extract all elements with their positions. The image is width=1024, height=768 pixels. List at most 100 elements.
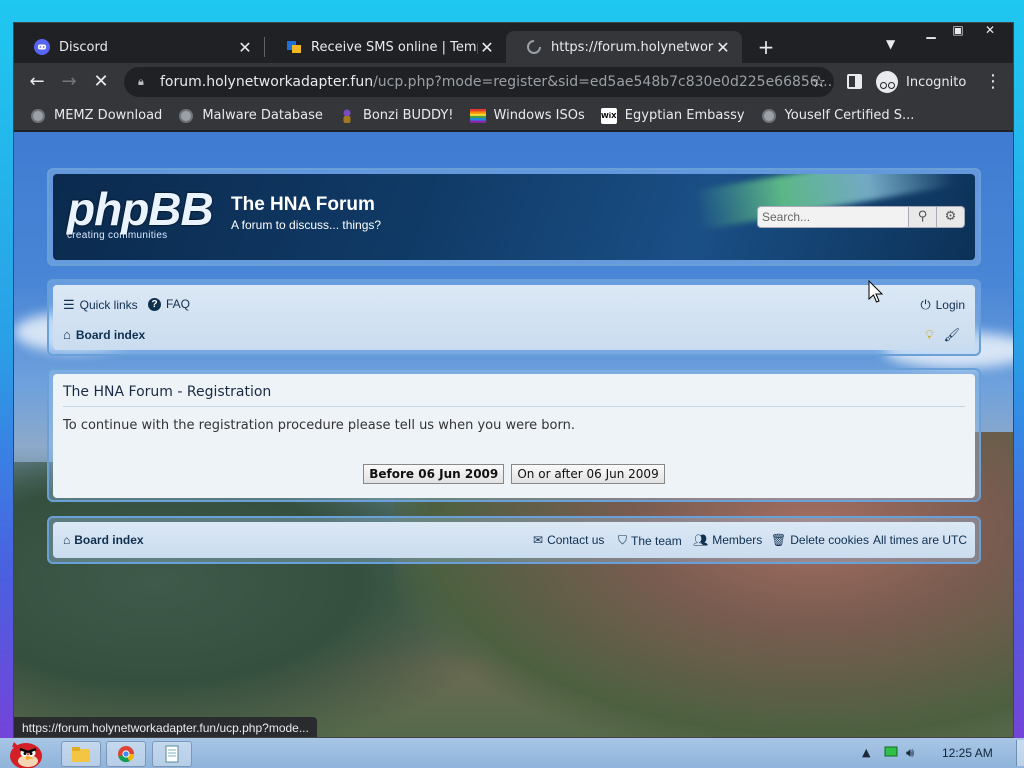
bookmark-label: Youself Certified S... bbox=[784, 108, 915, 123]
tab-strip: Discord ✕ Receive SMS online | Tempora ✕… bbox=[14, 23, 1013, 63]
bookmark-memz[interactable]: MEMZ Download bbox=[30, 108, 162, 124]
show-desktop-button[interactable] bbox=[1016, 740, 1024, 766]
users-icon: 👥︎ bbox=[693, 533, 709, 547]
members-label: Members bbox=[712, 533, 763, 547]
tab-receive-sms[interactable]: Receive SMS online | Tempora ✕ bbox=[266, 31, 506, 63]
star-icon[interactable]: ☆ bbox=[812, 72, 826, 91]
gear-icon[interactable]: ⚙ bbox=[937, 206, 965, 228]
bookmark-bonzi[interactable]: Bonzi BUDDY! bbox=[339, 108, 454, 124]
folder-icon bbox=[72, 747, 90, 762]
close-icon[interactable]: ✕ bbox=[478, 38, 496, 57]
tab-label: https://forum.holynetworkada bbox=[551, 39, 714, 55]
registration-title: The HNA Forum - Registration bbox=[63, 384, 965, 407]
close-icon[interactable]: ✕ bbox=[236, 38, 254, 57]
forum-nav-panel: ☰ Quick links ? FAQ ⏻ Login ⌂ Board inde… bbox=[47, 279, 981, 356]
minimize-icon[interactable]: ▁ bbox=[917, 25, 945, 41]
bookmark-malware-database[interactable]: Malware Database bbox=[178, 108, 323, 124]
forum-header-panel: phpBB creating communities The HNA Forum… bbox=[47, 168, 981, 266]
network-icon[interactable] bbox=[884, 746, 898, 761]
tab-separator bbox=[264, 37, 265, 57]
delete-cookies-link[interactable]: 🗑︎ Delete cookies bbox=[771, 533, 869, 547]
quick-links-button[interactable]: ☰ Quick links bbox=[63, 297, 138, 313]
power-icon: ⏻ bbox=[920, 297, 931, 312]
site-description: A forum to discuss... things? bbox=[231, 218, 382, 232]
stop-loading-icon[interactable]: ✕ bbox=[90, 71, 112, 93]
tab-label: Discord bbox=[59, 39, 108, 55]
mouse-cursor-icon bbox=[868, 279, 884, 308]
start-button[interactable] bbox=[4, 734, 48, 768]
tab-discord[interactable]: Discord ✕ bbox=[14, 31, 264, 63]
address-path: /ucp.php?mode=register&sid=ed5ae548b7c83… bbox=[373, 74, 833, 90]
trash-icon: 🗑︎ bbox=[771, 533, 787, 547]
loading-spinner-icon bbox=[526, 39, 542, 55]
back-arrow-icon[interactable]: ← bbox=[26, 71, 48, 93]
board-index-link[interactable]: ⌂ Board index bbox=[63, 327, 145, 342]
volume-icon[interactable]: 🔊︎ bbox=[906, 746, 914, 761]
after-date-button[interactable]: On or after 06 Jun 2009 bbox=[511, 464, 665, 484]
the-team-link[interactable]: ⛉ The team bbox=[618, 533, 682, 548]
bookmark-youself-certified[interactable]: Youself Certified S... bbox=[761, 108, 915, 124]
incognito-icon bbox=[876, 71, 898, 93]
lightbulb-icon[interactable]: 💡︎ bbox=[925, 327, 939, 343]
before-date-button[interactable]: Before 06 Jun 2009 bbox=[363, 464, 505, 484]
contact-us-link[interactable]: ✉ Contact us bbox=[533, 533, 604, 547]
bookmark-label: Egyptian Embassy bbox=[624, 108, 745, 123]
address-bar[interactable]: 🔒︎ forum.holynetworkadapter.fun /ucp.php… bbox=[124, 67, 834, 97]
angry-bird-icon bbox=[10, 742, 42, 768]
maximize-icon[interactable]: ▣ bbox=[944, 23, 972, 39]
timezone-text: All times are UTC bbox=[873, 533, 968, 547]
faq-link[interactable]: ? FAQ bbox=[148, 297, 190, 311]
side-panel-icon[interactable] bbox=[847, 74, 862, 89]
globe-icon bbox=[761, 108, 777, 124]
taskbar-clock[interactable]: 12:25 AM bbox=[942, 746, 993, 760]
new-tab-button[interactable]: + bbox=[754, 35, 778, 59]
incognito-indicator[interactable]: Incognito bbox=[876, 71, 966, 93]
lock-icon: 🔒︎ bbox=[138, 75, 144, 88]
bookmark-egyptian-embassy[interactable]: WiX Egyptian Embassy bbox=[600, 107, 745, 124]
taskbar-explorer[interactable] bbox=[61, 741, 101, 767]
login-link[interactable]: ⏻ Login bbox=[920, 297, 965, 313]
kebab-menu-icon[interactable]: ⋮ bbox=[984, 71, 1002, 92]
status-url-bubble: https://forum.holynetworkadapter.fun/ucp… bbox=[14, 717, 317, 737]
delete-cookies-label: Delete cookies bbox=[790, 533, 869, 547]
envelope-icon: ✉ bbox=[533, 533, 544, 547]
registration-box: The HNA Forum - Registration To continue… bbox=[53, 374, 975, 498]
members-link[interactable]: 👥︎ Members bbox=[693, 533, 762, 547]
browser-window: Discord ✕ Receive SMS online | Tempora ✕… bbox=[13, 22, 1014, 738]
the-team-label: The team bbox=[631, 533, 682, 548]
close-window-icon[interactable]: ✕ bbox=[976, 23, 1004, 39]
search-icon[interactable]: ⚲ bbox=[909, 206, 937, 228]
taskbar-chrome[interactable] bbox=[106, 741, 146, 767]
bookmark-label: Bonzi BUDDY! bbox=[362, 108, 454, 123]
footer-board-index-link[interactable]: ⌂ Board index bbox=[63, 533, 144, 547]
help-icon: ? bbox=[148, 297, 161, 311]
search-input[interactable]: Search... bbox=[757, 206, 909, 228]
close-icon[interactable]: ✕ bbox=[714, 38, 732, 57]
forward-arrow-icon[interactable]: → bbox=[58, 71, 80, 93]
browser-toolbar: ← → ✕ 🔒︎ forum.holynetworkadapter.fun /u… bbox=[14, 63, 1013, 101]
phpbb-logo[interactable]: phpBB creating communities bbox=[67, 183, 214, 241]
globe-icon bbox=[178, 108, 194, 124]
registration-panel: The HNA Forum - Registration To continue… bbox=[47, 368, 981, 502]
bookmark-label: Windows ISOs bbox=[493, 108, 585, 123]
shield-icon: ⛉ bbox=[618, 533, 628, 547]
globe-icon bbox=[30, 108, 46, 124]
site-name[interactable]: The HNA Forum bbox=[231, 194, 375, 216]
show-hidden-icons[interactable]: ▲ bbox=[862, 746, 870, 759]
logo-text: phpBB bbox=[67, 183, 214, 235]
faq-label: FAQ bbox=[166, 297, 191, 311]
chevron-down-icon[interactable]: ▼ bbox=[886, 37, 895, 51]
address-host: forum.holynetworkadapter.fun bbox=[160, 74, 374, 90]
taskbar-notepad[interactable] bbox=[152, 741, 192, 767]
brush-icon[interactable]: 🖌︎ bbox=[943, 327, 965, 343]
footer-board-index-label: Board index bbox=[74, 533, 144, 547]
bookmark-label: Malware Database bbox=[202, 108, 323, 123]
tab-forum-active[interactable]: https://forum.holynetworkada ✕ bbox=[506, 31, 742, 63]
chrome-icon bbox=[118, 746, 135, 763]
board-index-label: Board index bbox=[75, 327, 146, 342]
discord-icon bbox=[34, 39, 50, 55]
notepad-icon bbox=[165, 745, 179, 763]
bookmark-windows-isos[interactable]: Windows ISOs bbox=[469, 108, 585, 124]
bookmark-label: MEMZ Download bbox=[54, 108, 163, 123]
hamburger-icon: ☰ bbox=[63, 297, 75, 312]
